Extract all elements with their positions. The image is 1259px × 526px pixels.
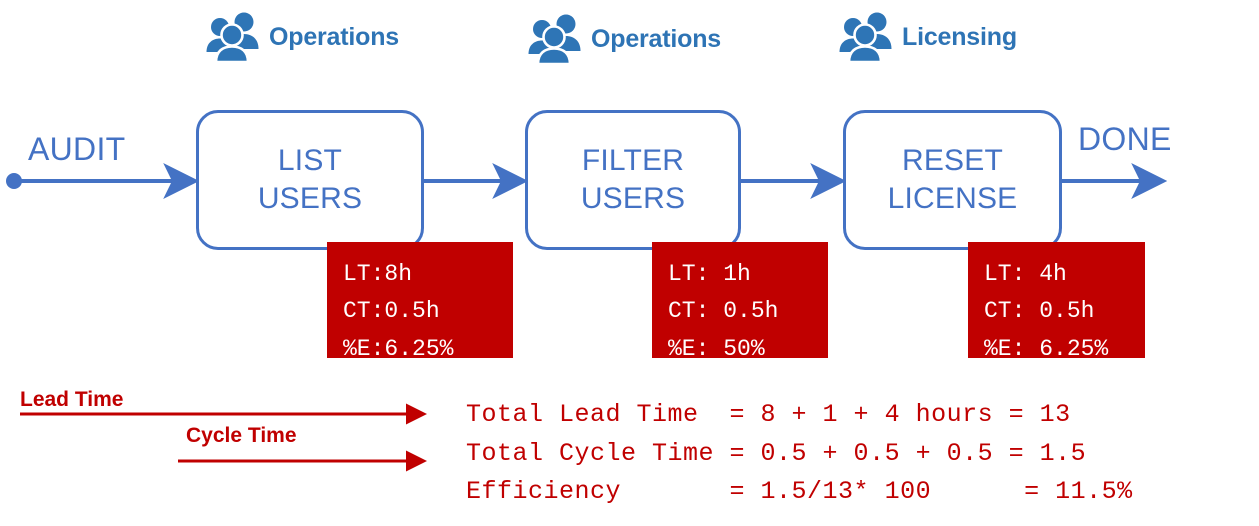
people-group-icon bbox=[839, 12, 892, 63]
metric-lead-time: LT:8h bbox=[343, 261, 413, 287]
department-label: Operations bbox=[591, 24, 721, 53]
department-header-3: Licensing bbox=[838, 6, 1017, 68]
department-header-1: Operations bbox=[205, 6, 399, 68]
metric-efficiency: %E: 6.25% bbox=[984, 335, 1109, 362]
metric-box-list-users: LT:8h CT:0.5h %E:6.25% bbox=[327, 242, 513, 362]
process-box-list-users[interactable]: LIST USERS bbox=[196, 110, 424, 250]
cycle-time-label: Cycle Time bbox=[186, 424, 297, 447]
metric-cycle-time: CT: 0.5h bbox=[668, 298, 779, 325]
lead-time-label: Lead Time bbox=[20, 388, 124, 411]
metric-box-reset-license: LT: 4h CT: 0.5h %E: 6.25% bbox=[968, 242, 1145, 362]
metric-cycle-time: CT:0.5h bbox=[343, 298, 440, 325]
process-box-line-2: LICENSE bbox=[887, 182, 1018, 215]
people-group-icon bbox=[528, 14, 581, 65]
metric-lead-time: LT: 4h bbox=[984, 261, 1067, 287]
metric-efficiency: %E: 50% bbox=[668, 335, 765, 362]
summary-calculations: Total Lead Time = 8 + 1 + 4 hours = 13 T… bbox=[466, 396, 1133, 512]
metric-efficiency: %E:6.25% bbox=[343, 335, 454, 362]
start-label: AUDIT bbox=[28, 131, 126, 167]
process-box-filter-users[interactable]: FILTER USERS bbox=[525, 110, 741, 250]
department-label: Operations bbox=[269, 22, 399, 51]
process-box-reset-license[interactable]: RESET LICENSE bbox=[843, 110, 1062, 250]
process-box-line-1: RESET bbox=[901, 143, 1004, 177]
people-group-icon bbox=[206, 12, 259, 63]
process-box-line-2: USERS bbox=[257, 182, 363, 215]
department-label: Licensing bbox=[902, 22, 1017, 51]
metric-cycle-time: CT: 0.5h bbox=[984, 298, 1095, 325]
metric-lead-time: LT: 1h bbox=[668, 261, 751, 287]
process-box-line-1: FILTER bbox=[581, 143, 685, 177]
end-label: DONE bbox=[1078, 121, 1172, 157]
process-box-line-1: LIST bbox=[277, 143, 343, 177]
process-box-line-2: USERS bbox=[580, 182, 686, 215]
department-header-2: Operations bbox=[527, 8, 721, 70]
summary-efficiency: Efficiency = 1.5/13* 100 = 11.5% bbox=[466, 477, 1133, 506]
summary-total-lead-time: Total Lead Time = 8 + 1 + 4 hours = 13 bbox=[466, 400, 1071, 429]
summary-total-cycle-time: Total Cycle Time = 0.5 + 0.5 + 0.5 = 1.5 bbox=[466, 438, 1087, 468]
metric-box-filter-users: LT: 1h CT: 0.5h %E: 50% bbox=[652, 242, 828, 362]
